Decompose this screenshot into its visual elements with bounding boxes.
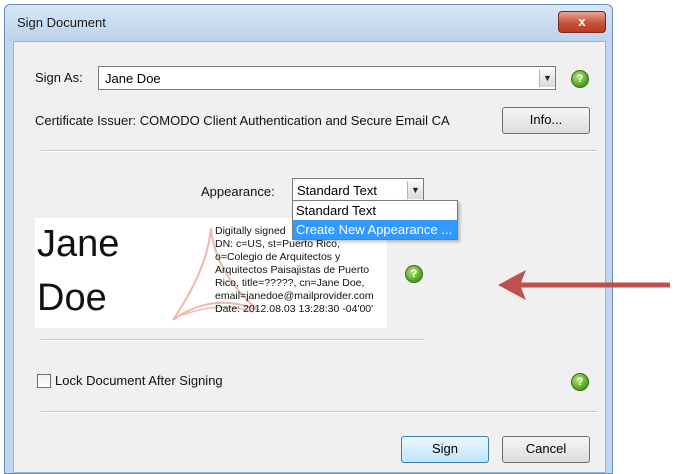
signature-detail-line: Rico, title=?????, cn=Jane Doe,: [215, 277, 365, 289]
chevron-down-icon[interactable]: ▼: [407, 181, 423, 199]
sign-as-help-icon[interactable]: ?: [571, 70, 589, 88]
appearance-dropdown[interactable]: Standard Text ▼: [292, 178, 424, 202]
annotation-arrow-icon: [498, 270, 670, 300]
appearance-options-list: Standard Text Create New Appearance ...: [292, 200, 458, 240]
certificate-issuer-text: Certificate Issuer: COMODO Client Authen…: [35, 113, 450, 128]
cancel-button[interactable]: Cancel: [502, 436, 590, 463]
close-icon: x: [578, 14, 586, 29]
question-mark-glyph: ?: [576, 73, 584, 85]
lock-document-label: Lock Document After Signing: [55, 373, 223, 388]
sign-document-dialog: Sign Document x Sign As: Jane Doe ▼ ? Ce…: [4, 4, 613, 474]
dialog-body: Sign As: Jane Doe ▼ ? Certificate Issuer…: [13, 41, 606, 473]
question-mark-glyph: ?: [576, 376, 584, 388]
dialog-title: Sign Document: [17, 15, 106, 30]
signature-detail-line: email=janedoe@mailprovider.com: [215, 290, 374, 302]
signature-detail-line: Arquitectos Paisajistas de Puerto: [215, 264, 370, 276]
sign-as-dropdown[interactable]: Jane Doe ▼: [98, 66, 556, 90]
signature-name-line2: Doe: [37, 277, 107, 319]
lock-help-icon[interactable]: ?: [571, 373, 589, 391]
question-mark-glyph: ?: [410, 268, 418, 280]
appearance-option-create-new[interactable]: Create New Appearance ...: [293, 220, 457, 239]
appearance-help-icon[interactable]: ?: [405, 265, 423, 283]
info-button[interactable]: Info...: [502, 107, 590, 134]
sign-as-label: Sign As:: [35, 70, 83, 85]
separator-top: [41, 150, 597, 152]
close-button[interactable]: x: [558, 11, 606, 33]
separator-middle: [41, 339, 424, 341]
appearance-label: Appearance:: [201, 184, 275, 199]
separator-bottom: [41, 411, 597, 413]
title-bar[interactable]: Sign Document x: [5, 5, 612, 41]
sign-as-value: Jane Doe: [105, 71, 161, 86]
signature-detail-line: Date: 2012.08.03 13:28:30 -04'00': [215, 303, 374, 315]
sign-button[interactable]: Sign: [401, 436, 489, 463]
signature-name-line1: Jane: [37, 223, 120, 265]
chevron-down-icon[interactable]: ▼: [539, 69, 555, 87]
signature-detail-line: o=Colegio de Arquitectos y: [215, 251, 341, 263]
lock-document-checkbox[interactable]: [37, 374, 51, 388]
appearance-value: Standard Text: [297, 183, 377, 198]
appearance-option-standard-text[interactable]: Standard Text: [293, 201, 457, 220]
